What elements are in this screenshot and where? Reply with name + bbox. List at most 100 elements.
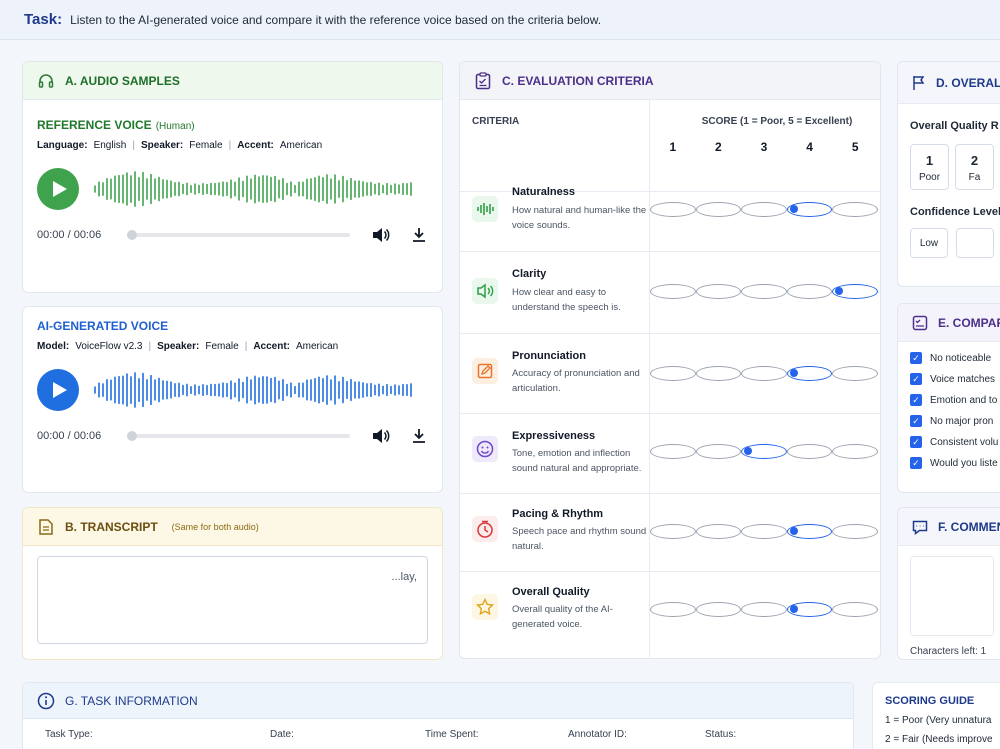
score-radio-cell [786, 602, 833, 617]
speaker-label: Speaker: [140, 140, 184, 151]
score-radio-5[interactable] [832, 366, 878, 381]
reference-voice-title: REFERENCE VOICE (Human) [37, 118, 428, 132]
checkbox-checked-icon[interactable]: ✓ [910, 415, 922, 427]
comments-header: F. COMMEN [898, 508, 1000, 546]
score-radio-4[interactable] [786, 524, 833, 539]
checkbox-checked-icon[interactable]: ✓ [910, 457, 922, 469]
play-icon [52, 382, 67, 398]
comments-title: F. COMMEN [938, 519, 1000, 534]
confidence-option-button[interactable] [956, 228, 994, 258]
score-radio-4[interactable] [786, 366, 833, 381]
score-radio-1[interactable] [650, 524, 696, 539]
criteria-description: How clear and easy to understand the spe… [512, 287, 621, 314]
score-radio-cell [741, 524, 787, 539]
score-radio-cell [786, 202, 833, 217]
checkbox-checked-icon[interactable]: ✓ [910, 394, 922, 406]
score-radio-cell [695, 284, 742, 299]
criteria-name: Clarity [512, 268, 547, 280]
score-radio-1[interactable] [650, 444, 696, 459]
score-radio-5[interactable] [832, 202, 878, 217]
score-radio-5[interactable] [832, 524, 878, 539]
comparison-item[interactable]: ✓ Consistent volu [910, 436, 998, 448]
reference-seek-bar[interactable] [127, 230, 351, 240]
score-radio-2[interactable] [695, 524, 742, 539]
confidence-label: Confidence Level [910, 206, 1000, 218]
scoring-guide-title: SCORING GUIDE [885, 695, 975, 707]
score-scale: 1 2 3 4 5 [650, 140, 878, 154]
score-radio-4[interactable] [786, 602, 833, 617]
seek-knob[interactable] [127, 230, 138, 240]
download-icon[interactable] [410, 226, 428, 244]
headphones-icon [37, 72, 55, 90]
ai-voice-seek-bar[interactable] [127, 431, 351, 441]
transcript-subtitle: (Same for both audio) [171, 521, 259, 532]
score-radio-3[interactable] [741, 366, 787, 381]
reference-play-button[interactable] [37, 168, 79, 210]
score-radio-4[interactable] [786, 202, 833, 217]
score-radio-2[interactable] [695, 366, 742, 381]
volume-icon[interactable] [372, 226, 390, 244]
score-radio-1[interactable] [650, 202, 696, 217]
rating-option-1[interactable]: 1 Poor [910, 144, 949, 190]
score-radio-cell [786, 284, 833, 299]
score-radio-5[interactable] [832, 284, 878, 299]
seek-knob[interactable] [127, 431, 138, 441]
waveform-icon [472, 196, 498, 222]
comparison-item[interactable]: ✓ Emotion and to [910, 394, 997, 406]
score-radio-3[interactable] [741, 602, 787, 617]
score-radio-1[interactable] [650, 366, 696, 381]
ai-voice-play-button[interactable] [37, 369, 79, 411]
score-radio-cell [650, 444, 696, 459]
confidence-low-button[interactable]: Low [910, 228, 948, 258]
score-radio-3[interactable] [741, 524, 787, 539]
score-radio-cell [741, 602, 787, 617]
comparison-item[interactable]: ✓ Voice matches [910, 373, 995, 385]
edit-icon [472, 358, 498, 384]
comparison-item[interactable]: ✓ Would you liste [910, 457, 998, 469]
criteria-name: Pronunciation [512, 350, 586, 362]
score-radio-cell [832, 602, 878, 617]
score-radio-2[interactable] [695, 202, 742, 217]
ai-voice-meta: Model: VoiceFlow v2.3 | Speaker: Female | … [37, 341, 428, 352]
ai-voice-controls: 00:00 / 00:06 [37, 426, 428, 446]
score-column-header: SCORE (1 = Poor, 5 = Excellent) [701, 116, 853, 127]
checkbox-checked-icon[interactable]: ✓ [910, 352, 922, 364]
score-number: 1 [669, 140, 677, 154]
score-radio-cell [741, 444, 787, 459]
checkbox-checked-icon[interactable]: ✓ [910, 373, 922, 385]
comments-textarea[interactable] [910, 556, 994, 636]
rating-option-2[interactable]: 2 Fa [955, 144, 994, 190]
overall-header: D. OVERALL [898, 62, 1000, 104]
score-radio-3[interactable] [741, 284, 787, 299]
comment-icon [912, 518, 928, 536]
ai-voice-time: 00:00 / 00:06 [37, 430, 102, 442]
score-radio-group [650, 366, 878, 381]
comparison-header: E. COMPARI [898, 304, 1000, 342]
comparison-item[interactable]: ✓ No noticeable [910, 352, 994, 364]
rating-number: 1 [925, 153, 934, 168]
criteria-description: Overall quality of the AI-generated voic… [512, 604, 613, 631]
score-radio-4[interactable] [786, 284, 833, 299]
score-radio-2[interactable] [695, 284, 742, 299]
criteria-name: Pacing & Rhythm [512, 508, 604, 520]
score-radio-5[interactable] [832, 602, 878, 617]
model-label: Model: [37, 341, 70, 352]
score-radio-3[interactable] [741, 202, 787, 217]
checkbox-checked-icon[interactable]: ✓ [910, 436, 922, 448]
score-radio-group [650, 202, 878, 217]
reference-time: 00:00 / 00:06 [37, 229, 102, 241]
score-radio-1[interactable] [650, 284, 696, 299]
score-radio-group [650, 602, 878, 617]
score-radio-1[interactable] [650, 602, 696, 617]
score-radio-2[interactable] [695, 444, 742, 459]
comparison-item[interactable]: ✓ No major pron [910, 415, 994, 427]
divider: | [132, 140, 135, 151]
task-info-title: G. TASK INFORMATION [65, 693, 198, 708]
score-radio-4[interactable] [786, 444, 833, 459]
score-radio-2[interactable] [695, 602, 742, 617]
volume-icon[interactable] [372, 427, 390, 445]
score-radio-3[interactable] [741, 444, 787, 459]
comparison-item-label: Consistent volu [930, 436, 999, 448]
download-icon[interactable] [410, 427, 428, 445]
score-radio-5[interactable] [832, 444, 878, 459]
